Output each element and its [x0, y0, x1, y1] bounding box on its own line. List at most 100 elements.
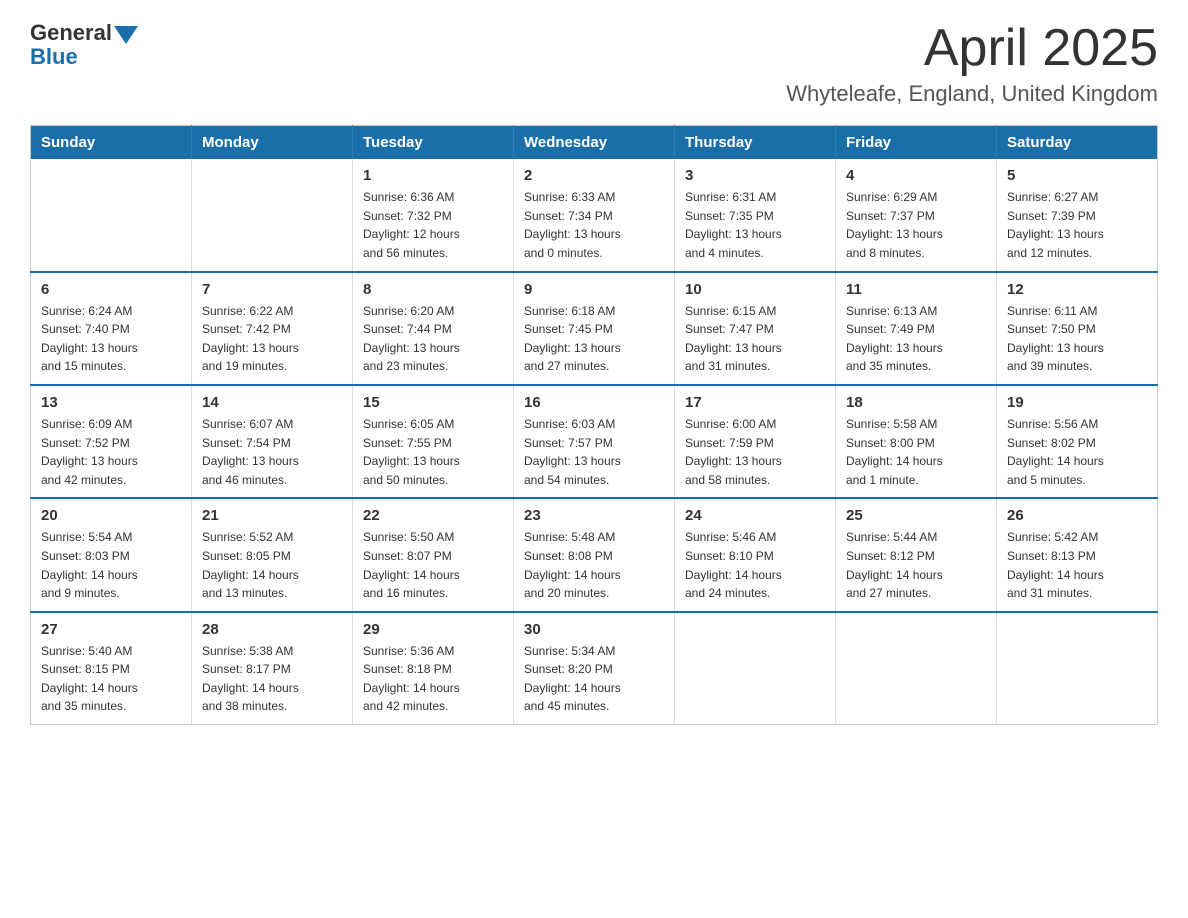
day-number: 26 [1007, 507, 1147, 524]
calendar-cell: 7 Sunrise: 6:22 AM Sunset: 7:42 PM Daylig… [192, 272, 353, 385]
day-info: Sunrise: 5:54 AM Sunset: 8:03 PM Dayligh… [41, 528, 181, 602]
day-number: 15 [363, 394, 503, 411]
calendar-cell [836, 612, 997, 725]
calendar-cell: 24Sunrise: 5:46 AM Sunset: 8:10 PM Dayli… [675, 498, 836, 611]
day-info: Sunrise: 6:03 AM Sunset: 7:57 PM Dayligh… [524, 415, 664, 489]
day-info: Sunrise: 6:07 AM Sunset: 7:54 PM Dayligh… [202, 415, 342, 489]
day-number: 10 [685, 281, 825, 298]
calendar-cell [192, 159, 353, 271]
calendar-cell: 25Sunrise: 5:44 AM Sunset: 8:12 PM Dayli… [836, 498, 997, 611]
calendar-cell [675, 612, 836, 725]
day-info: Sunrise: 6:31 AM Sunset: 7:35 PM Dayligh… [685, 188, 825, 262]
calendar-cell: 8 Sunrise: 6:20 AM Sunset: 7:44 PM Daylig… [353, 272, 514, 385]
day-number: 17 [685, 394, 825, 411]
title-block: April 2025 Whyteleafe, England, United K… [786, 20, 1158, 107]
calendar-cell: 6 Sunrise: 6:24 AM Sunset: 7:40 PM Daylig… [31, 272, 192, 385]
page-subtitle: Whyteleafe, England, United Kingdom [786, 81, 1158, 107]
calendar-cell: 21 Sunrise: 5:52 AM Sunset: 8:05 PM Dayli… [192, 498, 353, 611]
day-number: 27 [41, 621, 181, 638]
day-number: 19 [1007, 394, 1147, 411]
logo: General Blue [30, 20, 138, 70]
calendar-week-row: 20Sunrise: 5:54 AM Sunset: 8:03 PM Dayli… [31, 498, 1158, 611]
day-info: Sunrise: 5:50 AM Sunset: 8:07 PM Dayligh… [363, 528, 503, 602]
day-info: Sunrise: 6:18 AM Sunset: 7:45 PM Dayligh… [524, 302, 664, 376]
day-number: 24 [685, 507, 825, 524]
day-info: Sunrise: 6:24 AM Sunset: 7:40 PM Dayligh… [41, 302, 181, 376]
day-info: Sunrise: 6:22 AM Sunset: 7:42 PM Dayligh… [202, 302, 342, 376]
day-info: Sunrise: 6:09 AM Sunset: 7:52 PM Dayligh… [41, 415, 181, 489]
calendar-table: SundayMondayTuesdayWednesdayThursdayFrid… [30, 125, 1158, 725]
calendar-week-row: 6 Sunrise: 6:24 AM Sunset: 7:40 PM Daylig… [31, 272, 1158, 385]
day-number: 8 [363, 281, 503, 298]
day-number: 30 [524, 621, 664, 638]
day-number: 16 [524, 394, 664, 411]
day-info: Sunrise: 5:56 AM Sunset: 8:02 PM Dayligh… [1007, 415, 1147, 489]
day-info: Sunrise: 5:52 AM Sunset: 8:05 PM Dayligh… [202, 528, 342, 602]
day-number: 6 [41, 281, 181, 298]
day-number: 25 [846, 507, 986, 524]
day-number: 7 [202, 281, 342, 298]
day-info: Sunrise: 6:33 AM Sunset: 7:34 PM Dayligh… [524, 188, 664, 262]
calendar-cell: 19 Sunrise: 5:56 AM Sunset: 8:02 PM Dayli… [997, 385, 1158, 498]
calendar-cell: 22 Sunrise: 5:50 AM Sunset: 8:07 PM Dayli… [353, 498, 514, 611]
day-info: Sunrise: 5:58 AM Sunset: 8:00 PM Dayligh… [846, 415, 986, 489]
calendar-cell [31, 159, 192, 271]
calendar-cell: 27 Sunrise: 5:40 AM Sunset: 8:15 PM Dayli… [31, 612, 192, 725]
day-info: Sunrise: 5:48 AM Sunset: 8:08 PM Dayligh… [524, 528, 664, 602]
calendar-cell: 2 Sunrise: 6:33 AM Sunset: 7:34 PM Daylig… [514, 159, 675, 271]
day-info: Sunrise: 5:38 AM Sunset: 8:17 PM Dayligh… [202, 642, 342, 716]
day-info: Sunrise: 5:42 AM Sunset: 8:13 PM Dayligh… [1007, 528, 1147, 602]
calendar-week-row: 1Sunrise: 6:36 AM Sunset: 7:32 PM Daylig… [31, 159, 1158, 271]
logo-arrow-icon [114, 26, 138, 44]
calendar-cell: 1Sunrise: 6:36 AM Sunset: 7:32 PM Daylig… [353, 159, 514, 271]
logo-blue-text: Blue [30, 44, 78, 70]
day-info: Sunrise: 5:36 AM Sunset: 8:18 PM Dayligh… [363, 642, 503, 716]
day-info: Sunrise: 6:05 AM Sunset: 7:55 PM Dayligh… [363, 415, 503, 489]
page-title: April 2025 [786, 20, 1158, 77]
calendar-cell: 13 Sunrise: 6:09 AM Sunset: 7:52 PM Dayli… [31, 385, 192, 498]
day-number: 28 [202, 621, 342, 638]
day-number: 14 [202, 394, 342, 411]
day-of-week-header: Thursday [675, 126, 836, 160]
day-info: Sunrise: 6:27 AM Sunset: 7:39 PM Dayligh… [1007, 188, 1147, 262]
calendar-cell [997, 612, 1158, 725]
day-number: 3 [685, 167, 825, 184]
day-info: Sunrise: 6:00 AM Sunset: 7:59 PM Dayligh… [685, 415, 825, 489]
calendar-week-row: 13 Sunrise: 6:09 AM Sunset: 7:52 PM Dayli… [31, 385, 1158, 498]
calendar-header-row: SundayMondayTuesdayWednesdayThursdayFrid… [31, 126, 1158, 160]
day-number: 5 [1007, 167, 1147, 184]
day-info: Sunrise: 6:15 AM Sunset: 7:47 PM Dayligh… [685, 302, 825, 376]
calendar-cell: 15 Sunrise: 6:05 AM Sunset: 7:55 PM Dayli… [353, 385, 514, 498]
day-number: 29 [363, 621, 503, 638]
calendar-cell: 26 Sunrise: 5:42 AM Sunset: 8:13 PM Dayli… [997, 498, 1158, 611]
day-of-week-header: Friday [836, 126, 997, 160]
calendar-cell: 3 Sunrise: 6:31 AM Sunset: 7:35 PM Daylig… [675, 159, 836, 271]
day-number: 2 [524, 167, 664, 184]
calendar-cell: 20Sunrise: 5:54 AM Sunset: 8:03 PM Dayli… [31, 498, 192, 611]
day-info: Sunrise: 6:13 AM Sunset: 7:49 PM Dayligh… [846, 302, 986, 376]
day-number: 11 [846, 281, 986, 298]
day-of-week-header: Wednesday [514, 126, 675, 160]
calendar-cell: 14 Sunrise: 6:07 AM Sunset: 7:54 PM Dayli… [192, 385, 353, 498]
day-number: 13 [41, 394, 181, 411]
calendar-cell: 18Sunrise: 5:58 AM Sunset: 8:00 PM Dayli… [836, 385, 997, 498]
day-number: 22 [363, 507, 503, 524]
day-number: 1 [363, 167, 503, 184]
day-number: 4 [846, 167, 986, 184]
day-number: 9 [524, 281, 664, 298]
calendar-cell: 28 Sunrise: 5:38 AM Sunset: 8:17 PM Dayli… [192, 612, 353, 725]
day-number: 12 [1007, 281, 1147, 298]
day-of-week-header: Saturday [997, 126, 1158, 160]
calendar-cell: 9 Sunrise: 6:18 AM Sunset: 7:45 PM Daylig… [514, 272, 675, 385]
day-info: Sunrise: 6:11 AM Sunset: 7:50 PM Dayligh… [1007, 302, 1147, 376]
day-info: Sunrise: 6:20 AM Sunset: 7:44 PM Dayligh… [363, 302, 503, 376]
calendar-cell: 5 Sunrise: 6:27 AM Sunset: 7:39 PM Daylig… [997, 159, 1158, 271]
day-of-week-header: Monday [192, 126, 353, 160]
day-number: 23 [524, 507, 664, 524]
day-info: Sunrise: 5:34 AM Sunset: 8:20 PM Dayligh… [524, 642, 664, 716]
day-number: 21 [202, 507, 342, 524]
day-info: Sunrise: 5:40 AM Sunset: 8:15 PM Dayligh… [41, 642, 181, 716]
calendar-cell: 29 Sunrise: 5:36 AM Sunset: 8:18 PM Dayli… [353, 612, 514, 725]
day-of-week-header: Tuesday [353, 126, 514, 160]
day-of-week-header: Sunday [31, 126, 192, 160]
